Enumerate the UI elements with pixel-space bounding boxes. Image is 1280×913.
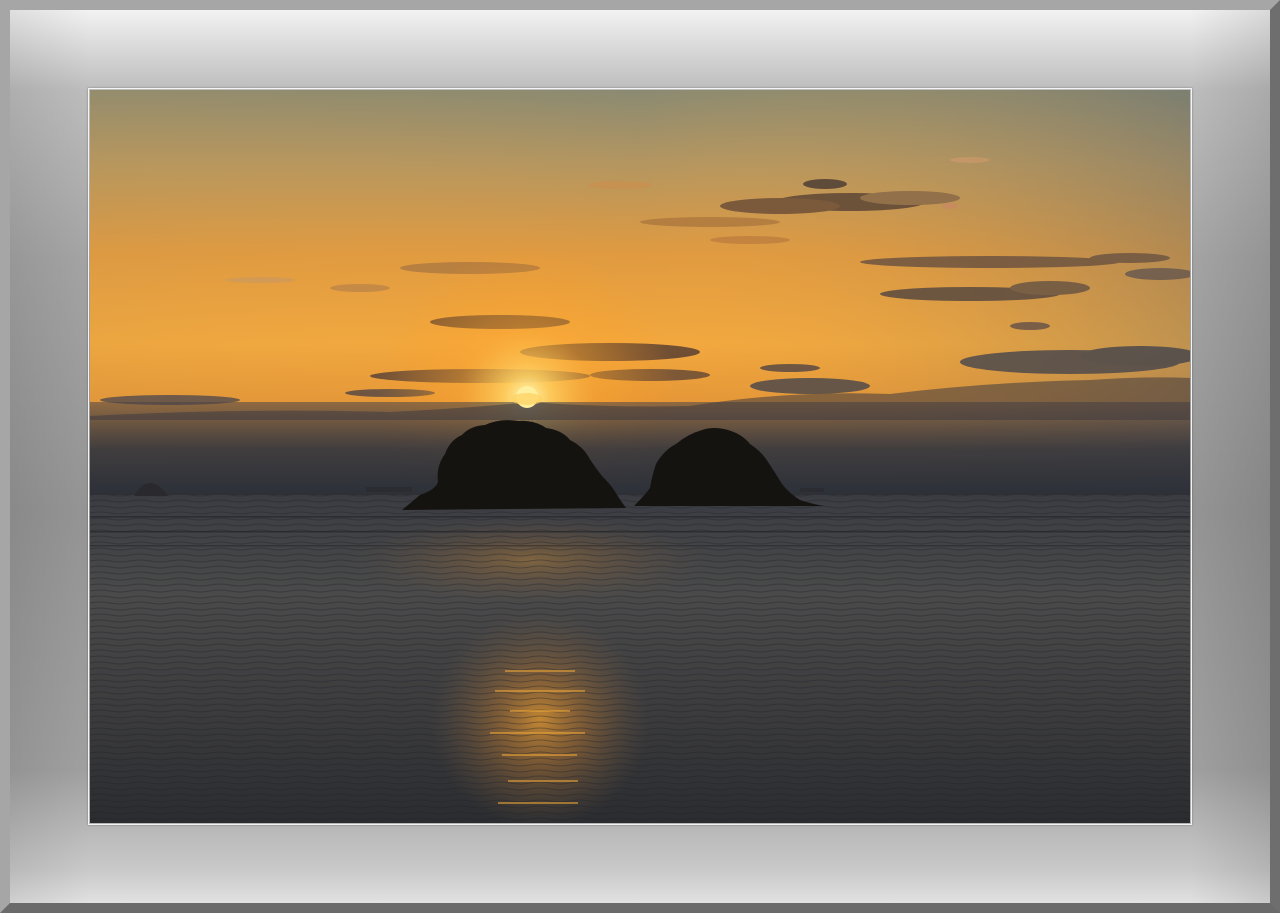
sunset-scene (90, 90, 1190, 823)
distant-islet-right (800, 488, 824, 492)
horizon (90, 493, 1190, 495)
photo (90, 90, 1190, 823)
distant-ship (366, 487, 412, 492)
